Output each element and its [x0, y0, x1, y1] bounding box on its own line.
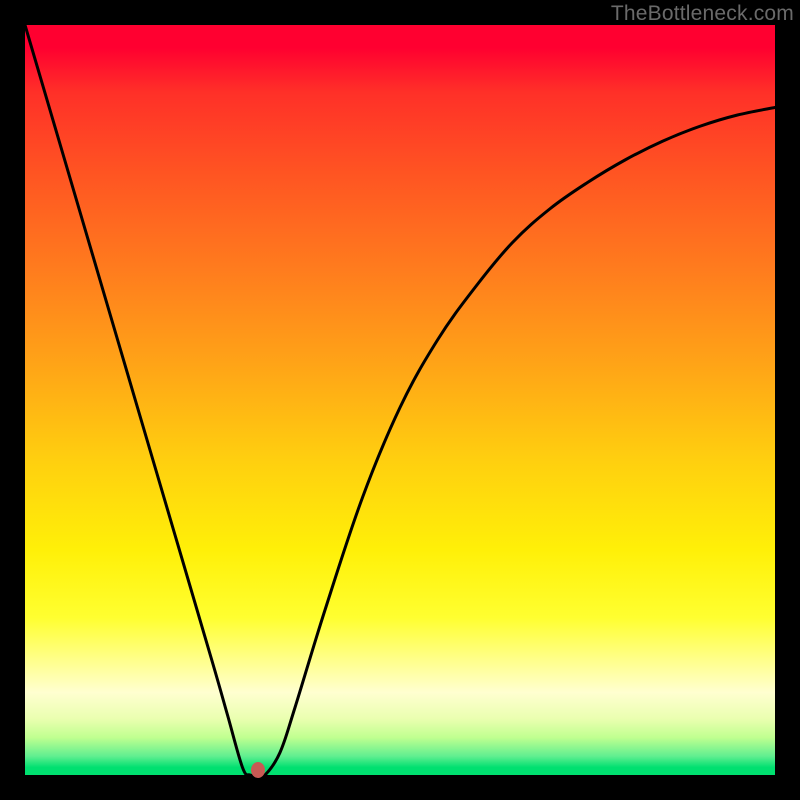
optimal-point-marker	[251, 762, 265, 778]
chart-frame	[25, 25, 775, 775]
watermark-text: TheBottleneck.com	[611, 2, 794, 26]
bottleneck-curve	[25, 25, 775, 775]
